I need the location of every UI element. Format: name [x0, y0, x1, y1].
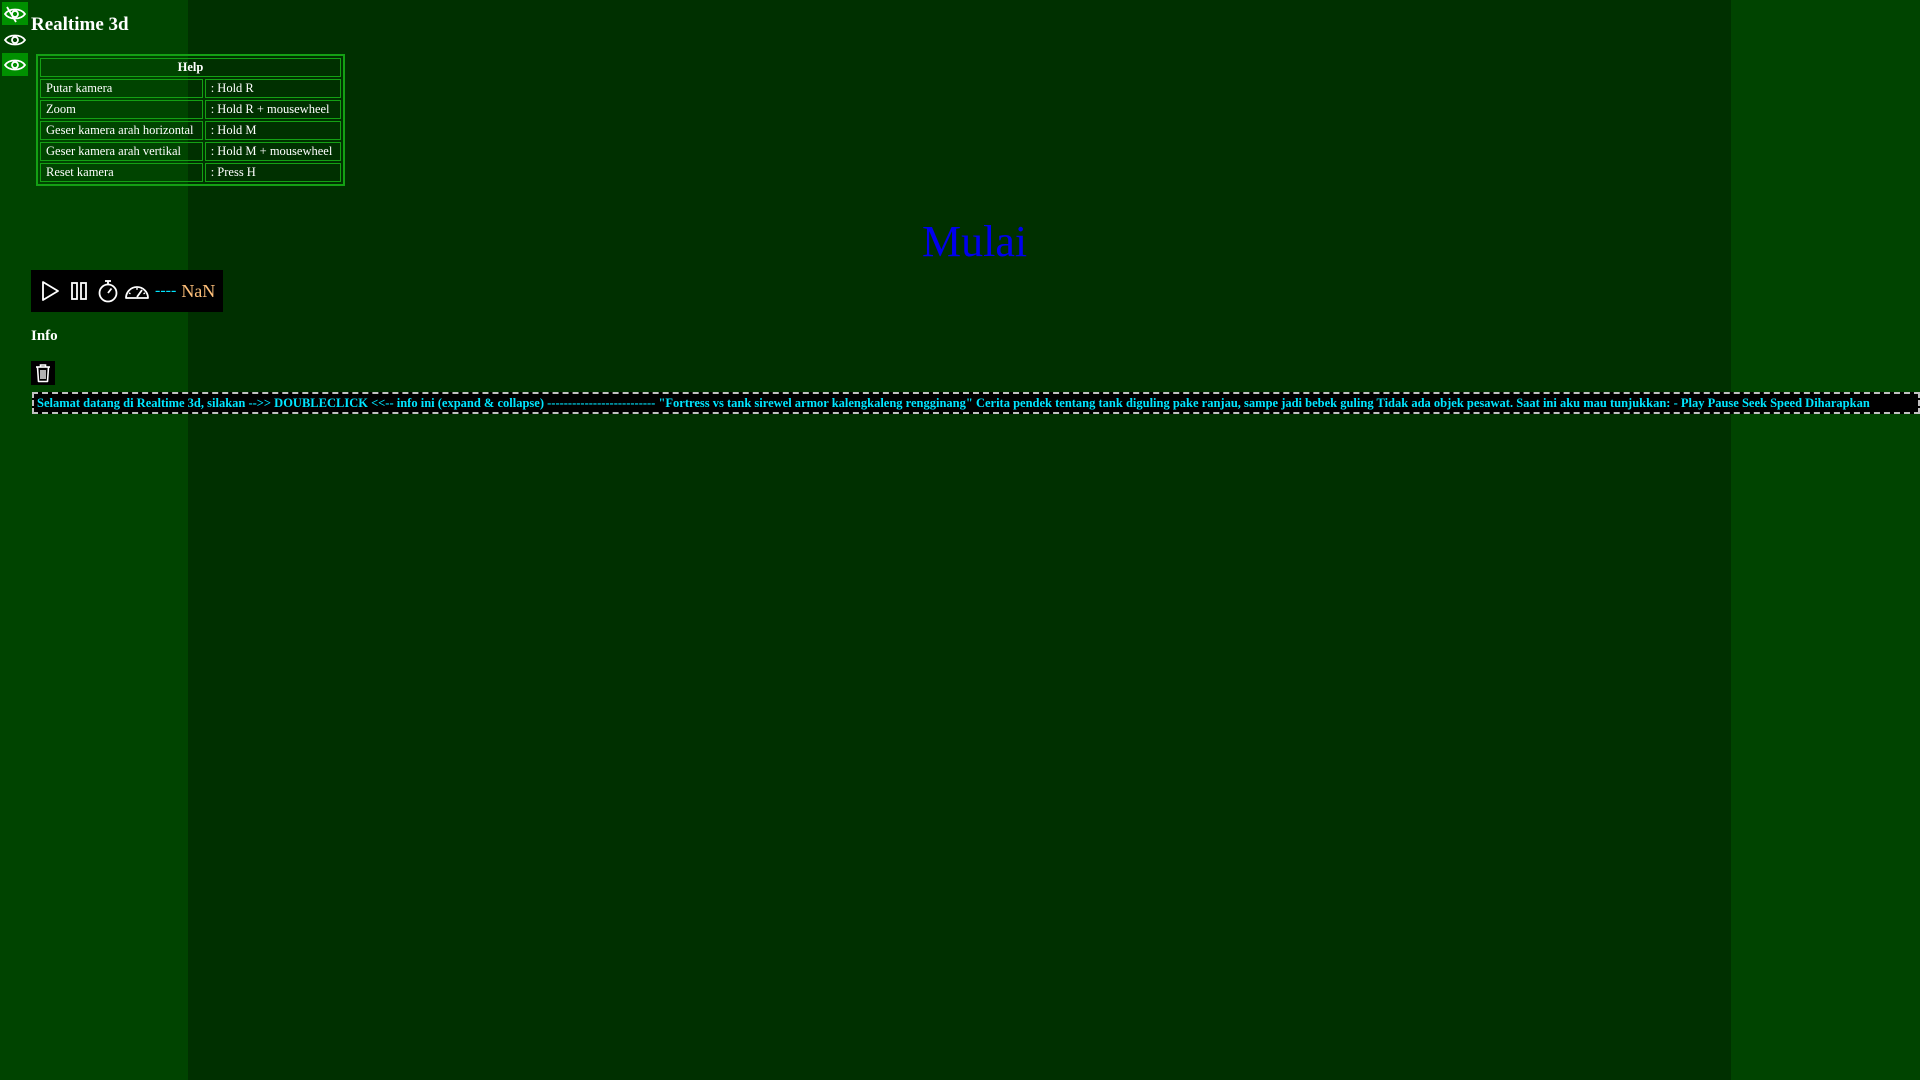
toggle-view-button-2[interactable] — [2, 28, 28, 51]
pause-button[interactable] — [66, 278, 92, 304]
right-background-column — [1731, 0, 1920, 1080]
app-title: Realtime 3d — [31, 14, 129, 35]
help-title: Help — [40, 58, 341, 77]
start-link[interactable]: Mulai — [922, 216, 1027, 267]
info-panel[interactable]: Selamat datang di Realtime 3d, silakan -… — [32, 392, 1920, 414]
help-row: Putar kamera : Hold R — [40, 79, 341, 98]
speedometer-icon — [125, 286, 149, 299]
help-key: : Hold M + mousewheel — [204, 142, 341, 161]
help-action: Putar kamera — [40, 79, 203, 98]
help-row: Zoom : Hold R + mousewheel — [40, 100, 341, 119]
eye-icon — [4, 34, 26, 45]
help-table: Help Putar kamera : Hold R Zoom : Hold R… — [36, 54, 345, 186]
help-row: Reset kamera : Press H — [40, 163, 341, 182]
toggle-view-button-1[interactable] — [2, 2, 28, 25]
info-text: Selamat datang di Realtime 3d, silakan -… — [37, 396, 1870, 410]
speed-separator: ---- — [155, 282, 177, 299]
pause-icon — [71, 282, 87, 300]
speed-value: NaN — [181, 280, 216, 301]
help-action: Geser kamera arah vertikal — [40, 142, 203, 161]
info-title: Info — [31, 328, 58, 344]
help-row: Geser kamera arah horizontal : Hold M — [40, 121, 341, 140]
help-key: : Hold R + mousewheel — [204, 100, 341, 119]
clear-info-button[interactable] — [31, 361, 55, 385]
help-row: Geser kamera arah vertikal : Hold M + mo… — [40, 142, 341, 161]
trash-icon — [36, 364, 50, 383]
play-icon — [42, 281, 59, 301]
speed-button[interactable] — [124, 278, 150, 304]
playback-controls: ---- NaN — [31, 270, 223, 312]
help-action: Zoom — [40, 100, 203, 119]
eye-icon — [4, 59, 26, 70]
help-action: Reset kamera — [40, 163, 203, 182]
toggle-view-button-3[interactable] — [2, 53, 28, 76]
help-key: : Press H — [204, 163, 341, 182]
stopwatch-icon — [98, 280, 118, 303]
help-key: : Hold M — [204, 121, 341, 140]
help-key: : Hold R — [204, 79, 341, 98]
seek-button[interactable] — [95, 278, 121, 304]
eye-slash-icon — [4, 6, 26, 22]
help-action: Geser kamera arah horizontal — [40, 121, 203, 140]
play-button[interactable] — [37, 278, 63, 304]
